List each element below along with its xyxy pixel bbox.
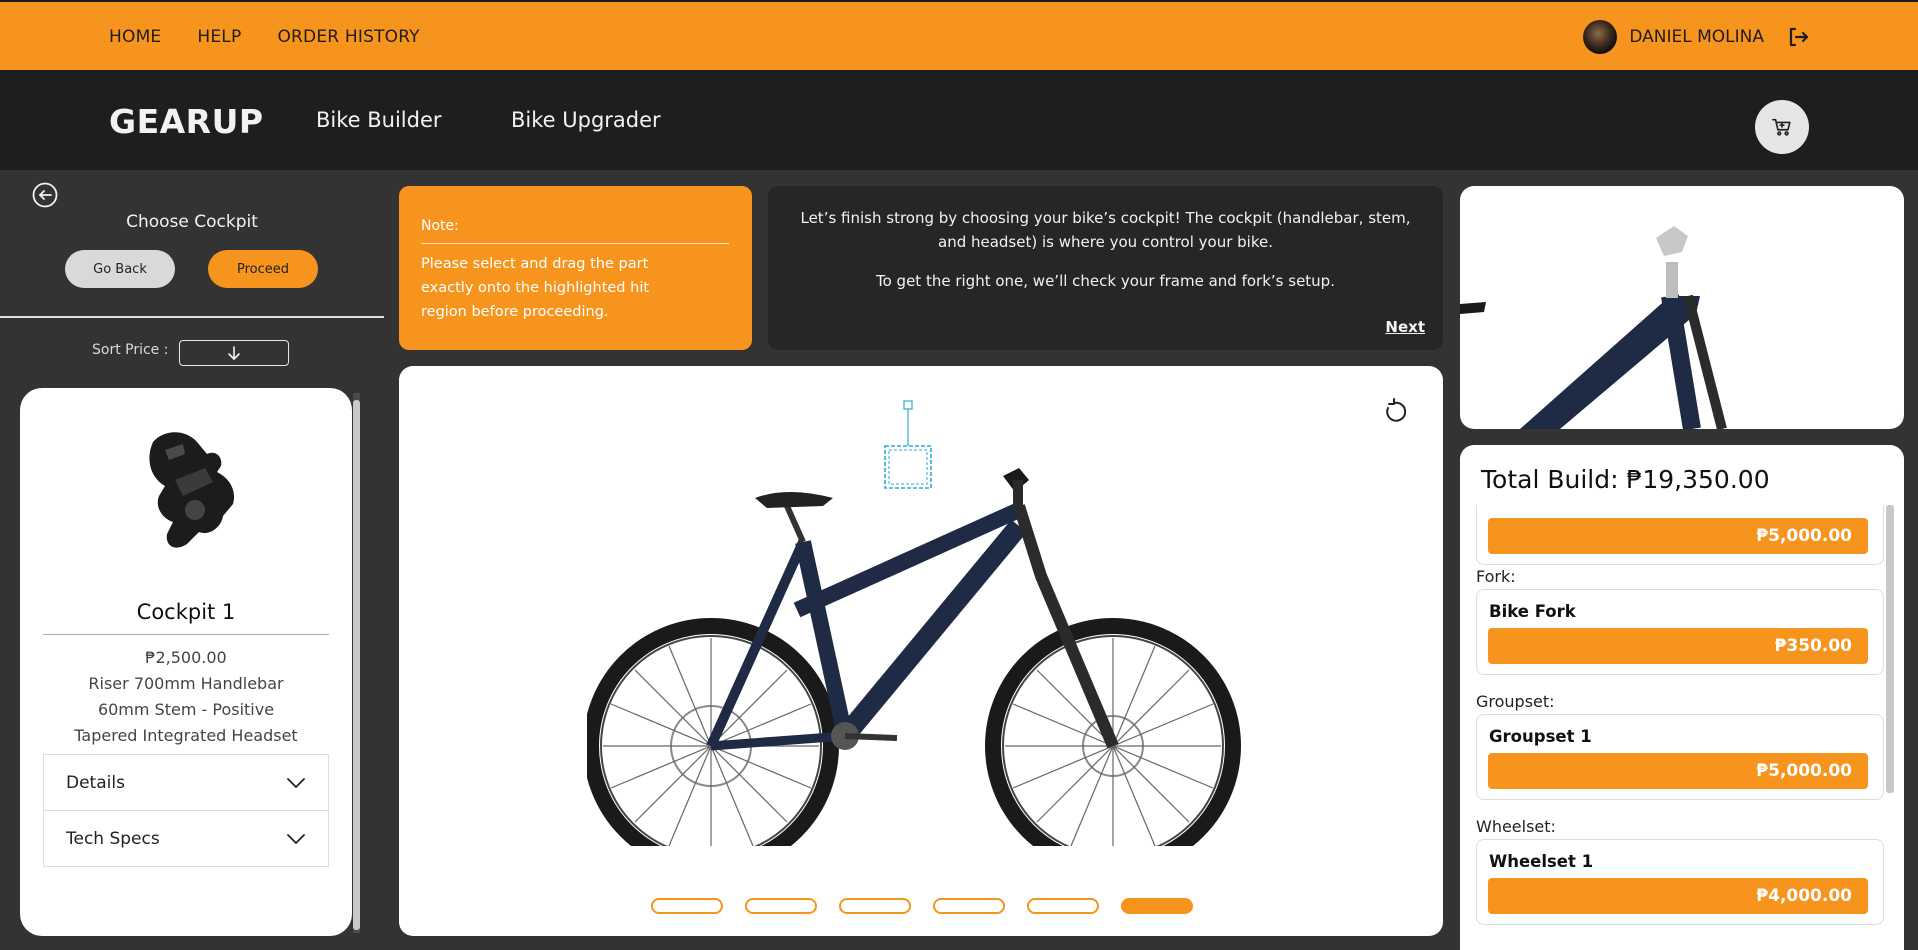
- sort-price-label: Sort Price :: [92, 342, 169, 358]
- step-dot[interactable]: [651, 898, 723, 914]
- top-bar: HOME HELP ORDER HISTORY DANIEL MOLINA: [0, 0, 1918, 70]
- user-name[interactable]: DANIEL MOLINA: [1629, 27, 1764, 47]
- instruction-subtext: To get the right one, we’ll check your f…: [876, 272, 1335, 290]
- details-label: Details: [66, 772, 125, 793]
- note-box: Note: Please select and drag the part ex…: [399, 186, 752, 350]
- chevron-down-icon: [287, 777, 305, 788]
- total-build: Total Build: ₱19,350.00: [1481, 465, 1770, 494]
- part-spec-handlebar: Riser 700mm Handlebar: [88, 674, 284, 693]
- summary-item-name: Bike Fork: [1489, 602, 1576, 621]
- note-title: Note:: [421, 218, 459, 234]
- divider: [43, 634, 329, 635]
- part-card[interactable]: Cockpit 1 ₱2,500.00 Riser 700mm Handleba…: [20, 388, 352, 936]
- nav-order-history[interactable]: ORDER HISTORY: [277, 27, 419, 47]
- back-arrow-icon[interactable]: [32, 182, 58, 208]
- summary-item: Groupset 1 ₱5,000.00: [1476, 714, 1884, 800]
- summary-scrollbar[interactable]: [1886, 505, 1894, 793]
- top-nav: HOME HELP ORDER HISTORY: [109, 2, 420, 72]
- next-link[interactable]: Next: [1385, 318, 1425, 336]
- cart-button[interactable]: [1755, 100, 1809, 154]
- nav-home[interactable]: HOME: [109, 27, 161, 47]
- bike-preview-image: [1460, 226, 1727, 429]
- note-text: Please select and drag the part exactly …: [421, 256, 650, 320]
- instruction-text: Let’s finish strong by choosing your bik…: [800, 209, 1411, 251]
- sidebar-scroll-thumb[interactable]: [353, 400, 360, 930]
- proceed-button[interactable]: Proceed: [208, 250, 318, 288]
- build-summary: Total Build: ₱19,350.00 ₱5,000.00 Fork: …: [1460, 445, 1904, 950]
- step-indicator: [651, 898, 1193, 914]
- part-title: Cockpit 1: [136, 600, 236, 624]
- reset-icon[interactable]: [1382, 398, 1410, 426]
- user-menu: DANIEL MOLINA: [1583, 2, 1810, 72]
- part-price: ₱2,500.00: [145, 648, 227, 667]
- instruction-box: Let’s finish strong by choosing your bik…: [768, 186, 1443, 350]
- arrow-down-icon: [228, 346, 240, 360]
- nav-help[interactable]: HELP: [197, 27, 241, 47]
- go-back-button[interactable]: Go Back: [65, 250, 175, 288]
- summary-item: ₱5,000.00: [1476, 505, 1884, 565]
- summary-item-label: Groupset:: [1476, 692, 1555, 711]
- details-accordion[interactable]: Details: [43, 754, 329, 811]
- sidebar-title: Choose Cockpit: [126, 212, 258, 232]
- avatar[interactable]: [1583, 20, 1618, 54]
- step-dot[interactable]: [745, 898, 817, 914]
- summary-item-label: Fork:: [1476, 567, 1516, 586]
- divider: [421, 243, 729, 244]
- cockpit-on-bike: [1003, 468, 1029, 510]
- step-dot[interactable]: [839, 898, 911, 914]
- chevron-down-icon: [287, 833, 305, 844]
- summary-item-price: ₱5,000.00: [1488, 753, 1868, 789]
- part-sidebar: Choose Cockpit Go Back Proceed Sort Pric…: [0, 170, 384, 950]
- cockpit-part-image[interactable]: [125, 420, 255, 560]
- summary-item-name: Wheelset 1: [1489, 852, 1594, 871]
- tech-specs-label: Tech Specs: [66, 828, 160, 849]
- hit-region[interactable]: [879, 398, 939, 494]
- nav-bike-builder[interactable]: Bike Builder: [316, 108, 442, 132]
- divider: [0, 316, 384, 318]
- summary-item-name: Groupset 1: [1489, 727, 1592, 746]
- cart-icon: [1772, 118, 1791, 136]
- logout-icon[interactable]: [1786, 25, 1810, 49]
- nav-bike-upgrader[interactable]: Bike Upgrader: [511, 108, 661, 132]
- part-spec-stem: 60mm Stem - Positive: [97, 700, 275, 719]
- summary-item-price: ₱5,000.00: [1488, 518, 1868, 554]
- step-dot[interactable]: [933, 898, 1005, 914]
- bike-preview: [1460, 186, 1904, 429]
- summary-item: Bike Fork ₱350.00: [1476, 589, 1884, 675]
- summary-item-price: ₱4,000.00: [1488, 878, 1868, 914]
- summary-item-label: Wheelset:: [1476, 817, 1556, 836]
- bike-canvas[interactable]: [399, 366, 1443, 936]
- summary-list[interactable]: ₱5,000.00 Fork: Bike Fork ₱350.00 Groups…: [1460, 505, 1904, 950]
- part-spec-headset: Tapered Integrated Headset: [74, 726, 298, 745]
- main-header: GEARUP Bike Builder Bike Upgrader: [0, 70, 1918, 170]
- sort-price-button[interactable]: [179, 340, 289, 366]
- tech-specs-accordion[interactable]: Tech Specs: [43, 810, 329, 867]
- step-dot[interactable]: [1121, 898, 1193, 914]
- bike-frame: [706, 492, 1119, 751]
- logo[interactable]: GEARUP: [109, 102, 264, 141]
- summary-item: Wheelset 1 ₱4,000.00: [1476, 839, 1884, 925]
- step-dot[interactable]: [1027, 898, 1099, 914]
- summary-item-price: ₱350.00: [1488, 628, 1868, 664]
